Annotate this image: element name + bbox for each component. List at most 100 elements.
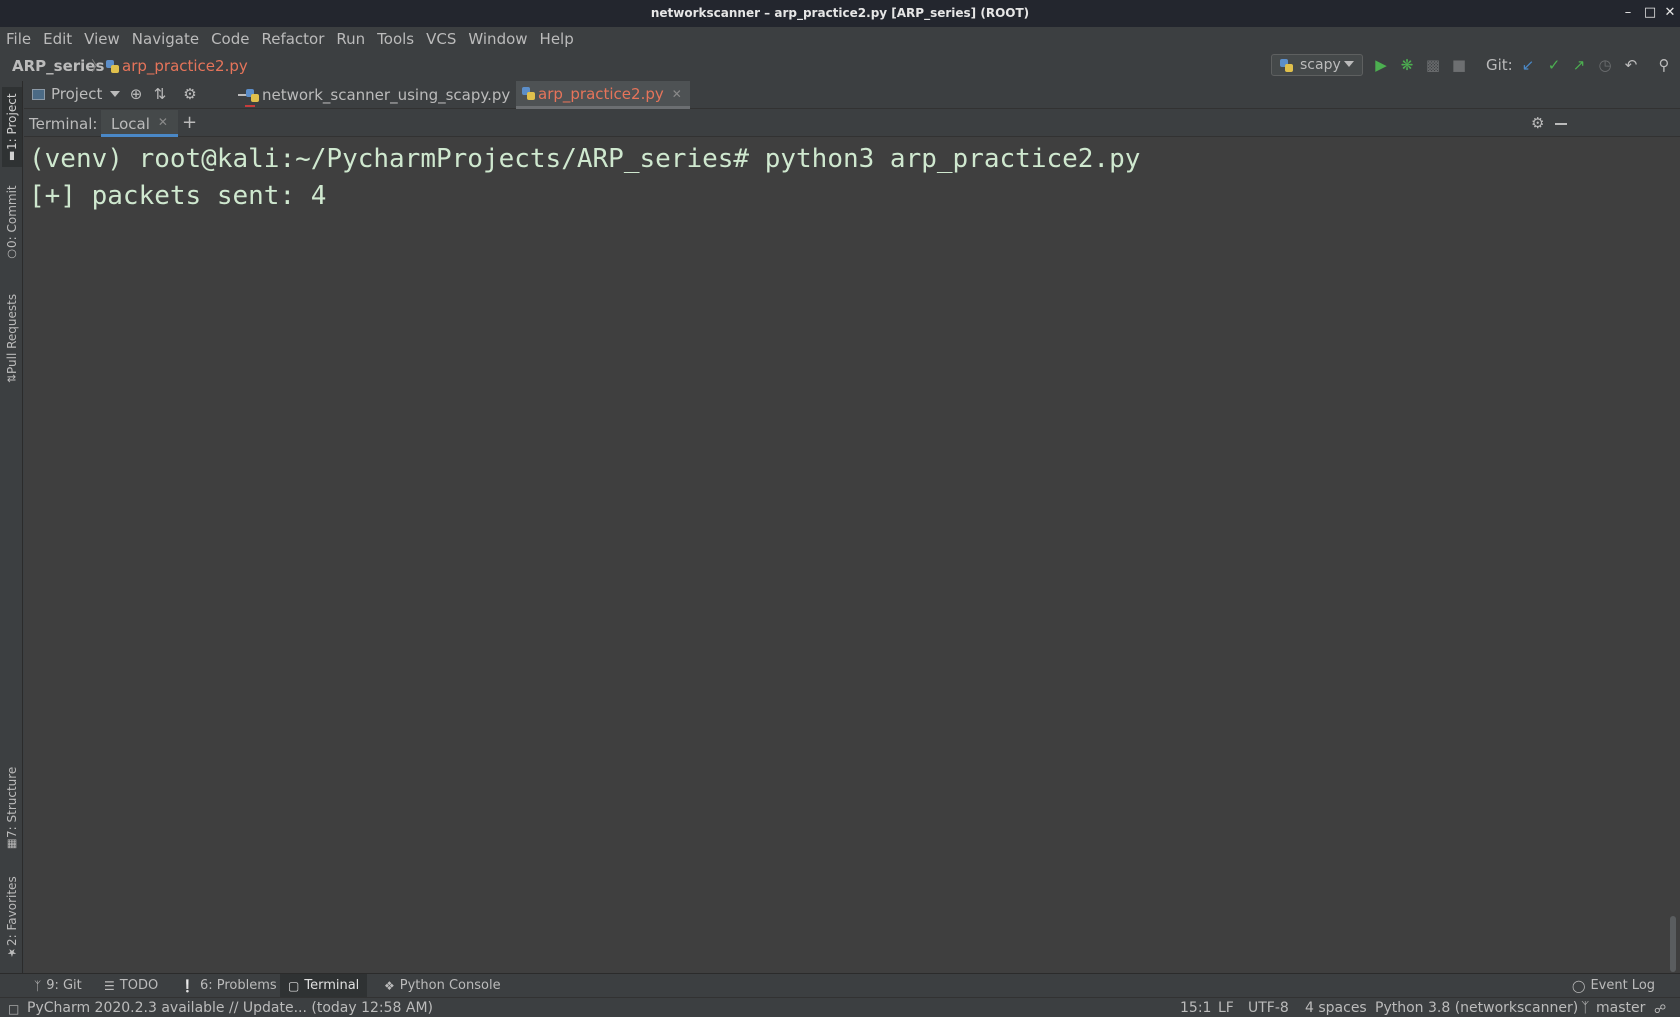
tool-tab-project-label: 1: Project [5, 93, 19, 150]
run-configuration-select[interactable]: scapy [1271, 54, 1363, 76]
run-with-coverage-icon[interactable]: ▩ [1424, 56, 1442, 74]
tool-tab-commit-label: 0: Commit [5, 185, 19, 248]
tool-tab-python-console-label: Python Console [399, 978, 501, 993]
run-icon[interactable]: ▶ [1372, 56, 1390, 74]
menu-tools[interactable]: Tools [377, 30, 414, 48]
todo-icon: ☰ [104, 978, 115, 993]
git-branch[interactable]: master [1596, 1000, 1645, 1016]
tool-tab-todo[interactable]: ☰ TODO [96, 974, 166, 997]
collapse-all-icon[interactable]: ⇅ [151, 85, 169, 103]
tool-tab-favorites[interactable]: ★ 2: Favorites [2, 869, 22, 963]
maximize-window-icon[interactable]: □ [1643, 6, 1657, 20]
tool-tab-git-label: 9: Git [46, 978, 82, 993]
menu-vcs[interactable]: VCS [426, 30, 456, 48]
git-commit-icon[interactable]: ✓ [1545, 56, 1563, 74]
project-panel-icon [32, 88, 45, 100]
python-icon [1280, 58, 1293, 72]
file-encoding[interactable]: UTF-8 [1248, 1000, 1289, 1016]
close-tab-icon[interactable]: ✕ [672, 87, 682, 101]
commit-icon: ○ [5, 248, 19, 261]
terminal-icon: ▢ [288, 978, 300, 993]
indent-setting[interactable]: 4 spaces [1305, 1000, 1367, 1016]
python-file-icon [522, 87, 535, 100]
project-label: Project [51, 85, 103, 103]
tool-tab-git[interactable]: ᛉ 9: Git [26, 974, 90, 997]
gear-icon[interactable]: ⚙ [1531, 114, 1544, 132]
status-panel-icon[interactable]: □ [8, 1002, 19, 1016]
new-session-icon[interactable]: + [182, 112, 197, 133]
chevron-down-icon [110, 91, 121, 97]
terminal-line: [+] packets sent: 4 [29, 181, 327, 211]
tool-tab-pull-requests[interactable]: ⇅ Pull Requests [2, 285, 22, 387]
tool-tab-terminal-label: Terminal [304, 978, 360, 993]
terminal-title: Terminal: [29, 115, 98, 133]
tool-tab-pull-requests-label: Pull Requests [5, 293, 19, 374]
menu-navigate[interactable]: Navigate [132, 30, 199, 48]
python-file-icon [106, 59, 119, 73]
chevron-down-icon [1344, 61, 1354, 67]
lock-icon[interactable]: ☍ [1654, 1002, 1666, 1016]
menu-bar: File Edit View Navigate Code Refactor Ru… [0, 27, 1680, 51]
structure-icon: ▦ [5, 838, 19, 851]
terminal-output[interactable]: (venv) root@kali:~/PycharmProjects/ARP_s… [24, 137, 1680, 974]
close-window-icon[interactable]: ✕ [1663, 6, 1677, 20]
editor-tab-network-scanner[interactable]: network_scanner_using_scapy.py ✕ [240, 81, 536, 109]
window-title: networkscanner – arp_practice2.py [ARP_s… [650, 6, 1030, 20]
python-file-icon [246, 88, 259, 102]
tool-tab-commit[interactable]: ○ 0: Commit [2, 181, 22, 265]
event-log-button[interactable]: ◯ Event Log [1564, 974, 1663, 997]
locate-file-icon[interactable]: ⊕ [127, 85, 145, 103]
git-branch-icon: ᛉ [34, 978, 42, 993]
editor-tab-label: arp_practice2.py [538, 84, 664, 103]
rollback-icon[interactable]: ↶ [1622, 56, 1640, 74]
tool-tab-structure-label: 7: Structure [5, 766, 19, 838]
event-log-label: Event Log [1590, 978, 1656, 993]
tool-tab-structure[interactable]: ▦ 7: Structure [2, 765, 22, 855]
menu-window[interactable]: Window [468, 30, 527, 48]
menu-run[interactable]: Run [336, 30, 365, 48]
terminal-session-label: Local [111, 115, 150, 133]
project-view-selector[interactable]: Project [32, 85, 121, 103]
menu-edit[interactable]: Edit [43, 30, 72, 48]
git-label: Git: [1486, 56, 1513, 74]
menu-help[interactable]: Help [540, 30, 574, 48]
editor-tab-label: network_scanner_using_scapy.py [262, 86, 511, 104]
tool-tab-python-console[interactable]: ❖ Python Console [376, 974, 509, 997]
window-title-bar: networkscanner – arp_practice2.py [ARP_s… [0, 0, 1680, 27]
tool-tab-todo-label: TODO [119, 978, 159, 993]
status-bar: □ PyCharm 2020.2.3 available // Update..… [0, 997, 1680, 1017]
status-message[interactable]: PyCharm 2020.2.3 available // Update... … [27, 1000, 433, 1016]
tool-tab-terminal[interactable]: ▢ Terminal [280, 974, 368, 997]
terminal-session-tab[interactable]: Local ✕ [101, 110, 178, 137]
terminal-scrollbar[interactable] [1670, 916, 1676, 972]
debug-icon[interactable]: ❋ [1398, 56, 1416, 74]
git-update-icon[interactable]: ↙ [1519, 56, 1537, 74]
line-separator[interactable]: LF [1218, 1000, 1234, 1016]
caret-position[interactable]: 15:1 [1180, 1000, 1211, 1016]
breadcrumb-file-label: arp_practice2.py [122, 57, 248, 75]
search-icon[interactable]: ⚲ [1655, 56, 1673, 74]
terminal-header: Terminal: Local ✕ + ⚙ [24, 110, 1680, 137]
history-icon[interactable]: ◷ [1596, 56, 1614, 74]
python-console-icon: ❖ [384, 978, 395, 993]
breadcrumb-file[interactable]: arp_practice2.py [106, 57, 248, 75]
git-branch-icon: ᛉ [1581, 1000, 1590, 1016]
tool-tab-project[interactable]: ▮ 1: Project [2, 87, 22, 167]
minimize-window-icon[interactable]: – [1621, 6, 1635, 20]
hide-panel-icon[interactable] [1555, 123, 1567, 125]
menu-file[interactable]: File [6, 30, 31, 48]
menu-refactor[interactable]: Refactor [261, 30, 324, 48]
close-session-icon[interactable]: ✕ [158, 115, 168, 129]
stop-icon[interactable]: ■ [1450, 56, 1468, 74]
tool-tab-problems[interactable]: ❕ 6: Problems [172, 974, 285, 997]
event-log-icon: ◯ [1572, 978, 1586, 993]
pull-request-icon: ⇅ [5, 373, 19, 383]
python-interpreter[interactable]: Python 3.8 (networkscanner) [1375, 1000, 1578, 1016]
editor-tab-arp-practice2[interactable]: arp_practice2.py ✕ [516, 81, 690, 109]
gear-icon[interactable]: ⚙ [181, 85, 199, 103]
git-push-icon[interactable]: ↗ [1570, 56, 1588, 74]
terminal-line: (venv) root@kali:~/PycharmProjects/ARP_s… [29, 144, 1141, 174]
menu-view[interactable]: View [84, 30, 120, 48]
menu-code[interactable]: Code [211, 30, 249, 48]
tool-tab-problems-label: 6: Problems [199, 978, 277, 993]
